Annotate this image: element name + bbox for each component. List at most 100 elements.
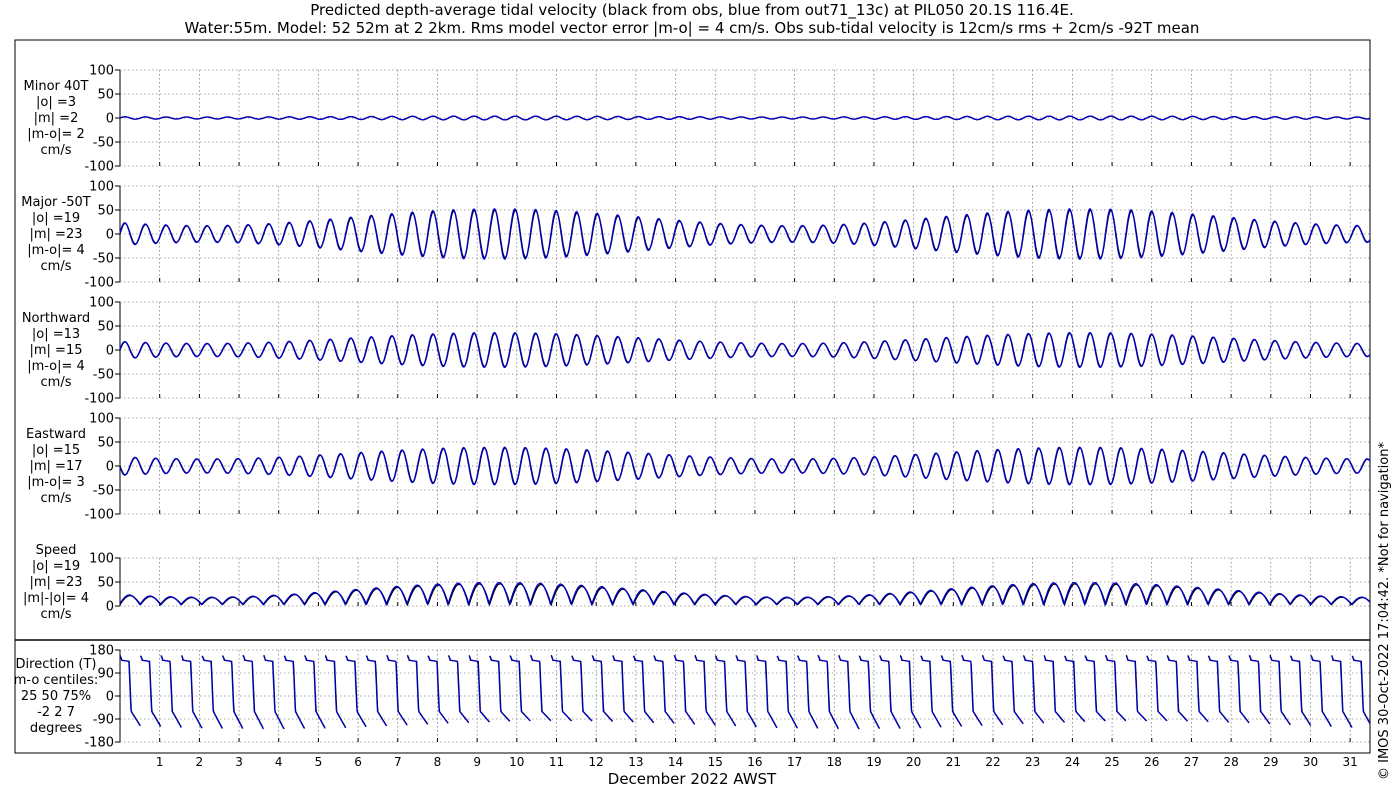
panel-label-line: cm/s	[41, 607, 72, 622]
series-line-1	[1125, 655, 1147, 722]
chart-title-line2: Water:55m. Model: 52 52m at 2 2km. Rms m…	[185, 19, 1200, 37]
panel-3: 100 50 0 -50 -100 Eastward|o| =15|m| =17|m-o|…	[26, 412, 1371, 523]
x-tick-label: 31	[1343, 755, 1358, 769]
y-tick-label: 100	[89, 412, 114, 427]
series-line-1	[324, 655, 346, 728]
x-tick-label: 7	[394, 755, 402, 769]
series-line-1	[263, 655, 285, 730]
x-tick-label: 9	[473, 755, 481, 769]
panel-label-line: Northward	[22, 311, 90, 326]
y-tick-label: 0	[106, 600, 114, 615]
panel-0: 100 50 0 -50 -100 Minor 40T|o| =3|m| =2|m-o|=…	[24, 64, 1371, 175]
y-tick-label: 50	[97, 320, 114, 335]
series-line-1	[181, 655, 203, 729]
panel-label-line: |o| =19	[32, 559, 80, 574]
panel-label-line: Direction (T)	[16, 657, 97, 672]
y-tick-label: 0	[106, 112, 114, 127]
x-tick-label: 29	[1263, 755, 1278, 769]
y-tick-label: 0	[106, 344, 114, 359]
panel-label-line: |m| =15	[30, 343, 83, 358]
panel-label-line: |m| =23	[30, 227, 83, 242]
copyright-note: © IMOS 30-Oct-2022 17:04:42. *Not for na…	[1377, 442, 1392, 780]
panel-label-line: cm/s	[41, 143, 72, 158]
series-line-1	[756, 655, 778, 728]
y-tick-label: 100	[89, 180, 114, 195]
x-tick-label: 28	[1223, 755, 1238, 769]
y-tick-label: -50	[93, 484, 114, 499]
panel-label-line: |o| =19	[32, 211, 80, 226]
panel-label-line: |o| =15	[32, 443, 80, 458]
x-tick-label: 20	[906, 755, 921, 769]
x-tick-label: 25	[1104, 755, 1119, 769]
panel-label-line: |m| =23	[30, 575, 83, 590]
panel-2: 100 50 0 -50 -100 Northward|o| =13|m| =15|m-o…	[22, 296, 1371, 407]
series-line-1	[1187, 655, 1209, 723]
x-tick-label: 23	[1025, 755, 1040, 769]
y-tick-label: 100	[89, 296, 114, 311]
y-tick-label: 50	[97, 204, 114, 219]
x-tick-label: 6	[354, 755, 362, 769]
panel-label-line: |o| =3	[36, 95, 76, 110]
panel-label-line: degrees	[30, 721, 83, 736]
series-line-1	[447, 655, 470, 724]
x-tick-label: 10	[509, 755, 524, 769]
y-tick-label: -100	[84, 392, 114, 407]
series-line-1	[1022, 655, 1045, 724]
panel-label-line: |m-o|= 4	[27, 359, 85, 374]
x-tick-label: 1	[156, 755, 164, 769]
x-tick-label: 5	[315, 755, 323, 769]
x-tick-label: 4	[275, 755, 283, 769]
series-line-1	[160, 655, 182, 728]
x-tick-label: 8	[434, 755, 442, 769]
y-tick-label: 0	[106, 228, 114, 243]
panel-label-line: cm/s	[41, 259, 72, 274]
panel-label-line: Eastward	[26, 427, 86, 442]
panel-label-line: cm/s	[41, 491, 72, 506]
series-line-1	[1351, 655, 1371, 725]
tidal-velocity-chart: Predicted depth-average tidal velocity (…	[14, 1, 1392, 788]
y-tick-label: -50	[93, 252, 114, 267]
panel-label-line: Speed	[36, 543, 77, 558]
series-line-1	[119, 115, 1371, 121]
x-tick-label: 17	[787, 755, 802, 769]
series-line-1	[550, 655, 572, 722]
panel-label-line: m-o centiles:	[14, 673, 99, 688]
x-tick-label: 24	[1065, 755, 1080, 769]
panel-4: 100 50 0 Speed|o| =19|m| =23|m|-|o|= 4cm/s	[23, 543, 1371, 622]
y-tick-label: 90	[97, 667, 114, 682]
y-tick-label: -100	[84, 160, 114, 175]
x-tick-label: 26	[1144, 755, 1159, 769]
x-tick-label: 15	[708, 755, 723, 769]
y-tick-label: -180	[84, 736, 114, 751]
panel-label-line: cm/s	[41, 375, 72, 390]
panel-label-line: |m| =2	[34, 111, 79, 126]
y-tick-label: 100	[89, 64, 114, 79]
panel-label-line: Major -50T	[21, 195, 90, 210]
y-tick-label: 50	[97, 576, 114, 591]
panel-label-line: -2 2 7	[37, 705, 75, 720]
panel-label-line: |m|-|o|= 4	[23, 591, 89, 606]
y-tick-label: -50	[93, 136, 114, 151]
x-tick-label: 3	[235, 755, 243, 769]
x-tick-label: 18	[827, 755, 842, 769]
panel-label-line: |m-o|= 4	[27, 243, 85, 258]
x-tick-label: 21	[946, 755, 961, 769]
x-axis-label: December 2022 AWST	[608, 770, 777, 788]
x-tick-label: 19	[866, 755, 881, 769]
chart-title-line1: Predicted depth-average tidal velocity (…	[310, 1, 1074, 20]
series-line-1	[1331, 655, 1353, 728]
x-tick-label: 12	[589, 755, 604, 769]
x-tick-label: 30	[1303, 755, 1318, 769]
y-tick-label: 100	[89, 552, 114, 567]
y-tick-label: -50	[93, 368, 114, 383]
x-tick-label: 2	[196, 755, 204, 769]
y-tick-label: 0	[106, 460, 114, 475]
y-tick-label: 50	[97, 436, 114, 451]
panel-label-line: |o| =13	[32, 327, 80, 342]
plot-frame	[14, 39, 1371, 754]
panel-label-line: 25 50 75%	[21, 689, 91, 704]
panel-label-line: |m| =17	[30, 459, 83, 474]
series-line-1	[612, 655, 634, 723]
y-tick-label: -100	[84, 276, 114, 291]
series-line-1	[1043, 655, 1065, 723]
